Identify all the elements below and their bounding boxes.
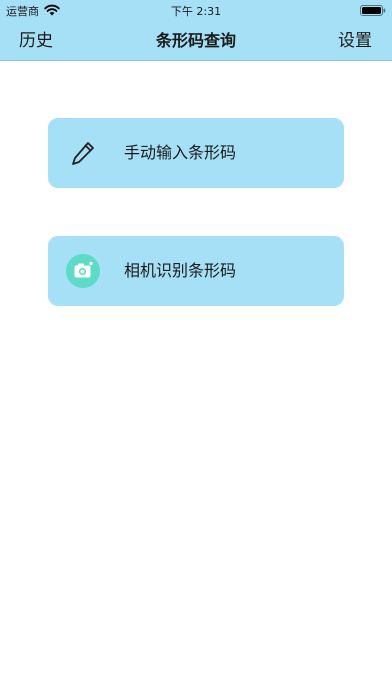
battery-icon (360, 5, 386, 16)
status-bar: 运营商 下午 2:31 (0, 0, 392, 20)
camera-scan-label: 相机识别条形码 (124, 261, 237, 280)
manual-input-button[interactable]: 手动输入条形码 (48, 118, 344, 188)
page-title: 条形码查询 (155, 31, 236, 50)
pencil-icon (72, 142, 94, 165)
settings-button[interactable]: 设置 (338, 30, 372, 52)
camera-icon (66, 254, 100, 288)
manual-input-label: 手动输入条形码 (124, 143, 237, 162)
history-button[interactable]: 历史 (19, 30, 53, 52)
header-bar: 运营商 下午 2:31 历史 条形码查询 设置 (0, 0, 392, 61)
camera-scan-button[interactable]: 相机识别条形码 (48, 236, 344, 306)
status-time: 下午 2:31 (170, 5, 222, 18)
